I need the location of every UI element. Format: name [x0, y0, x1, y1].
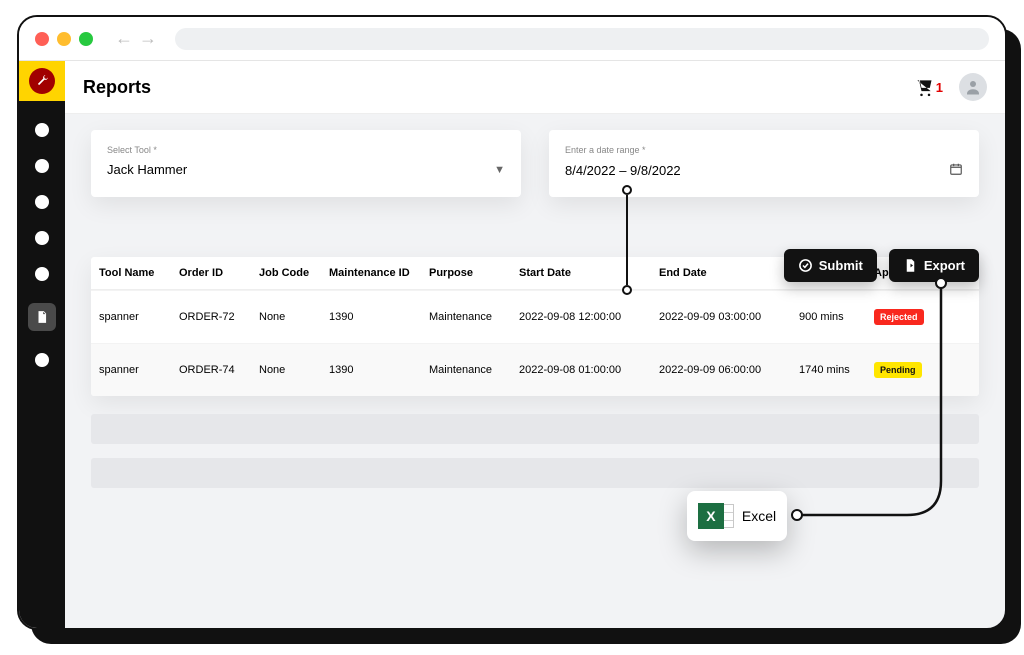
- cell-job-code: None: [259, 364, 329, 376]
- cell-maintenance-id: 1390: [329, 311, 429, 323]
- back-button[interactable]: ←: [115, 28, 133, 49]
- excel-export-popup[interactable]: Excel: [687, 491, 787, 541]
- page-title: Reports: [83, 77, 151, 98]
- cell-tool-name: spanner: [99, 364, 179, 376]
- chevron-down-icon: ▼: [494, 164, 505, 176]
- cell-purpose: Maintenance: [429, 311, 519, 323]
- app-window: ← → Reports: [17, 15, 1007, 630]
- cell-start-date: 2022-09-08 01:00:00: [519, 364, 659, 376]
- wrench-icon: [29, 68, 55, 94]
- cart-count: 1: [936, 80, 943, 95]
- table-row[interactable]: spannerORDER-72None1390Maintenance2022-0…: [91, 290, 979, 343]
- maximize-window-icon[interactable]: [79, 32, 93, 46]
- cell-total-mins: 900 mins: [799, 311, 874, 323]
- sidebar-item-1[interactable]: [35, 123, 49, 137]
- col-end-date: End Date: [659, 267, 799, 279]
- tool-select-value: Jack Hammer: [107, 162, 187, 177]
- cell-total-mins: 1740 mins: [799, 364, 874, 376]
- user-avatar[interactable]: [959, 73, 987, 101]
- date-range-label: Enter a date range *: [565, 145, 646, 155]
- window-controls: [35, 32, 93, 46]
- cell-purpose: Maintenance: [429, 364, 519, 376]
- placeholder-row: [91, 414, 979, 444]
- cell-tool-name: spanner: [99, 311, 179, 323]
- brand-logo[interactable]: [19, 61, 65, 101]
- excel-label: Excel: [742, 508, 776, 524]
- nav-arrows: ← →: [115, 28, 157, 49]
- url-bar[interactable]: [175, 28, 989, 50]
- cell-job-code: None: [259, 311, 329, 323]
- table-row[interactable]: spannerORDER-74None1390Maintenance2022-0…: [91, 343, 979, 396]
- sidebar: [19, 61, 65, 628]
- sidebar-item-reports[interactable]: [28, 303, 56, 331]
- col-start-date: Start Date: [519, 267, 659, 279]
- content-area: Reports 1 Select Tool * Ja: [65, 61, 1005, 628]
- cell-order-id: ORDER-74: [179, 364, 259, 376]
- action-bar: Submit Export: [784, 249, 979, 282]
- cell-end-date: 2022-09-09 06:00:00: [659, 364, 799, 376]
- cell-end-date: 2022-09-09 03:00:00: [659, 311, 799, 323]
- connector-node: [622, 185, 632, 195]
- cart-icon: [914, 77, 934, 97]
- sidebar-item-7[interactable]: [35, 353, 49, 367]
- col-purpose: Purpose: [429, 267, 519, 279]
- cell-approval-status: Pending: [874, 362, 979, 378]
- cart-button[interactable]: 1: [914, 77, 943, 97]
- excel-sheet-icon: [724, 504, 734, 528]
- connector-line: [626, 195, 628, 285]
- check-circle-icon: [798, 258, 813, 273]
- cell-maintenance-id: 1390: [329, 364, 429, 376]
- cell-start-date: 2022-09-08 12:00:00: [519, 311, 659, 323]
- page-header: Reports 1: [65, 61, 1005, 114]
- tool-select[interactable]: Select Tool * Jack Hammer ▼: [91, 130, 521, 197]
- sidebar-item-2[interactable]: [35, 159, 49, 173]
- excel-icon: [698, 503, 724, 529]
- cell-order-id: ORDER-72: [179, 311, 259, 323]
- sidebar-item-3[interactable]: [35, 195, 49, 209]
- col-order-id: Order ID: [179, 267, 259, 279]
- col-maintenance-id: Maintenance ID: [329, 267, 429, 279]
- export-icon: [903, 258, 918, 273]
- browser-chrome: ← →: [19, 17, 1005, 61]
- cell-approval-status: Rejected: [874, 309, 979, 325]
- minimize-window-icon[interactable]: [57, 32, 71, 46]
- export-button[interactable]: Export: [889, 249, 979, 282]
- date-range-value: 8/4/2022 – 9/8/2022: [565, 163, 681, 178]
- col-tool-name: Tool Name: [99, 267, 179, 279]
- close-window-icon[interactable]: [35, 32, 49, 46]
- calendar-icon: [949, 162, 963, 179]
- connector-node: [622, 285, 632, 295]
- forward-button[interactable]: →: [139, 28, 157, 49]
- placeholder-row: [91, 458, 979, 488]
- col-job-code: Job Code: [259, 267, 329, 279]
- sidebar-item-5[interactable]: [35, 267, 49, 281]
- date-range-input[interactable]: Enter a date range * 8/4/2022 – 9/8/2022: [549, 130, 979, 197]
- sidebar-item-4[interactable]: [35, 231, 49, 245]
- user-icon: [964, 78, 982, 96]
- tool-select-label: Select Tool *: [107, 145, 157, 155]
- submit-button[interactable]: Submit: [784, 249, 877, 282]
